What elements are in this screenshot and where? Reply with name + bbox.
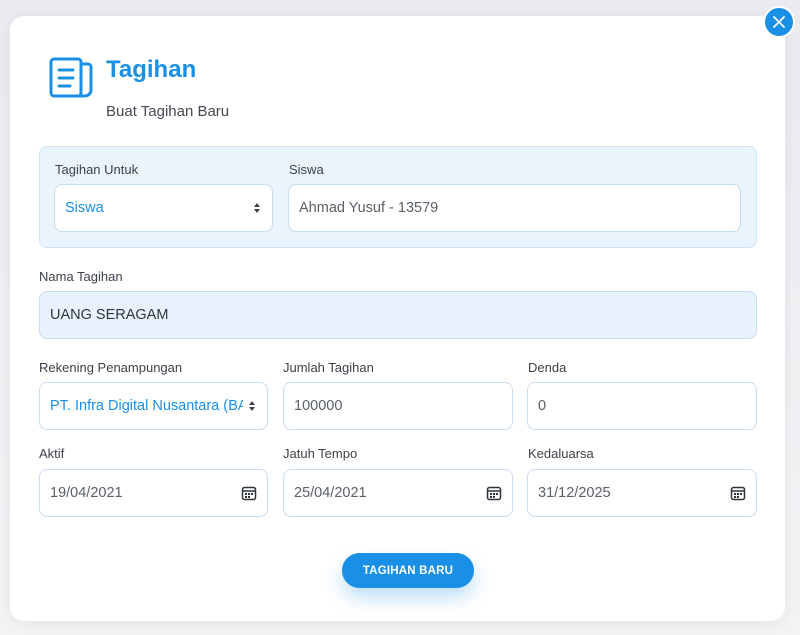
tagihan-untuk-select[interactable]: Siswa: [54, 184, 273, 232]
nama-tagihan-input[interactable]: UANG SERAGAM: [39, 291, 757, 339]
select-caret-icon: [252, 201, 262, 215]
create-invoice-button[interactable]: TAGIHAN BARU: [342, 553, 474, 588]
calendar-icon[interactable]: [241, 485, 257, 501]
calendar-icon[interactable]: [486, 485, 502, 501]
jatuh-tempo-label: Jatuh Tempo: [283, 446, 358, 461]
tagihan-untuk-value: Siswa: [65, 200, 104, 216]
page-title: Tagihan: [106, 56, 197, 83]
aktif-label: Aktif: [39, 446, 65, 461]
tagihan-untuk-label: Tagihan Untuk: [55, 162, 139, 177]
jatuh-tempo-date-input[interactable]: 25/04/2021: [283, 469, 513, 517]
nama-tagihan-label: Nama Tagihan: [39, 269, 123, 284]
siswa-value: Ahmad Yusuf - 13579: [299, 200, 439, 216]
page-subtitle: Buat Tagihan Baru: [106, 103, 230, 120]
document-list-icon: [49, 57, 93, 98]
kedaluarsa-date-input[interactable]: 31/12/2025: [527, 469, 757, 517]
denda-input[interactable]: 0: [527, 382, 757, 430]
nama-tagihan-value: UANG SERAGAM: [50, 307, 169, 323]
select-caret-icon: [247, 399, 257, 413]
siswa-label: Siswa: [289, 162, 324, 177]
denda-label: Denda: [528, 360, 567, 375]
kedaluarsa-value: 31/12/2025: [538, 485, 611, 501]
jumlah-tagihan-input[interactable]: 100000: [283, 382, 513, 430]
rekening-select[interactable]: PT. Infra Digital Nusantara (BA: [39, 382, 268, 430]
siswa-input[interactable]: Ahmad Yusuf - 13579: [288, 184, 741, 232]
jatuh-tempo-value: 25/04/2021: [294, 485, 367, 501]
aktif-value: 19/04/2021: [50, 485, 123, 501]
close-icon: [773, 16, 785, 28]
rekening-label: Rekening Penampungan: [39, 360, 183, 375]
calendar-icon[interactable]: [730, 485, 746, 501]
rekening-value: PT. Infra Digital Nusantara (BA: [50, 398, 243, 414]
kedaluarsa-label: Kedaluarsa: [528, 446, 594, 461]
jumlah-tagihan-label: Jumlah Tagihan: [283, 360, 374, 375]
jumlah-tagihan-value: 100000: [294, 398, 343, 414]
denda-value: 0: [538, 398, 547, 414]
aktif-date-input[interactable]: 19/04/2021: [39, 469, 268, 517]
close-button[interactable]: [763, 6, 795, 38]
